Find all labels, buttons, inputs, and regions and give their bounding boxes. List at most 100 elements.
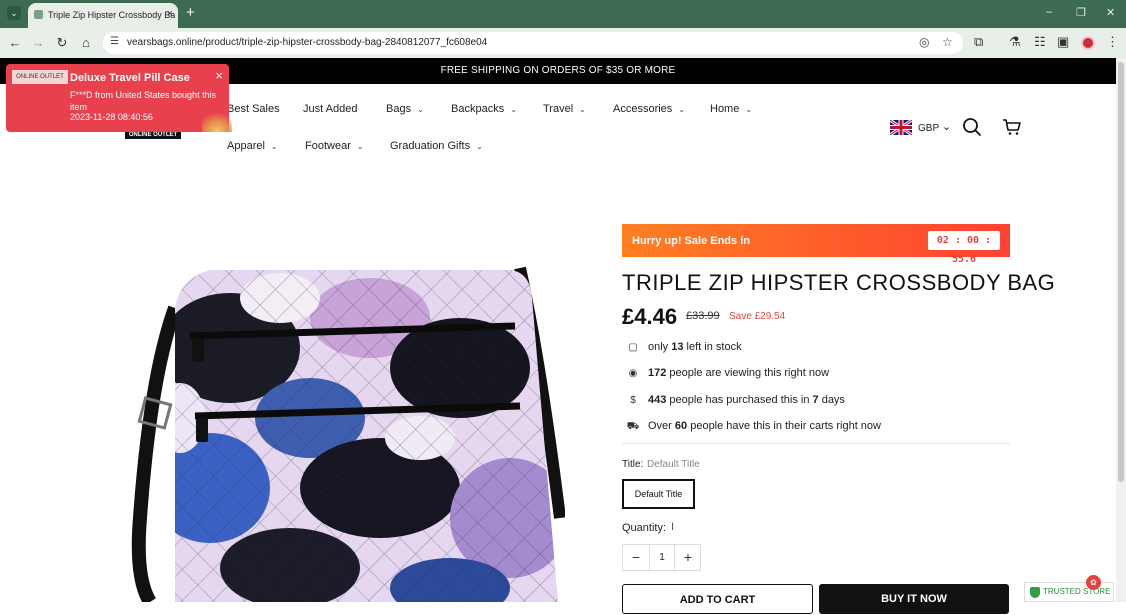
purchase-count: 443 — [648, 394, 667, 406]
close-window-button[interactable]: ✕ — [1106, 6, 1115, 19]
browser-tab-strip: ⌄ Triple Zip Hipster Crossbody Ba × + – … — [0, 0, 1126, 28]
viewers-info: ◉ 172 people are viewing this right now — [626, 367, 829, 379]
active-tab[interactable]: Triple Zip Hipster Crossbody Ba × — [28, 3, 178, 28]
nav-label: Just Added — [303, 103, 358, 115]
extensions-icon[interactable]: ⧉ — [974, 34, 983, 50]
close-icon[interactable]: × — [215, 68, 223, 83]
cart-small-icon: ⛟ — [626, 421, 640, 432]
add-to-cart-button[interactable]: ADD TO CART — [622, 584, 813, 614]
stock-text: left in stock — [683, 341, 742, 353]
profile-avatar[interactable] — [1081, 36, 1095, 50]
url-text[interactable]: vearsbags.online/product/triple-zip-hips… — [127, 37, 487, 48]
menu-dots-icon[interactable]: ⋮ — [1106, 34, 1119, 50]
carts-info: ⛟ Over 60 people have this in their carts… — [626, 420, 881, 434]
nav-footwear[interactable]: Footwear ⌄ — [305, 140, 364, 152]
product-title: TRIPLE ZIP HIPSTER CROSSBODY BAG — [622, 270, 1056, 295]
option-label: Title: — [622, 459, 644, 470]
currency-code: GBP — [918, 123, 940, 134]
tab-close-icon[interactable]: × — [167, 8, 173, 20]
popup-time: 2023-11-28 08:40:56 — [70, 112, 153, 122]
browser-toolbar: ← → ↻ ⌂ ☰ vearsbags.online/product/tripl… — [0, 28, 1126, 58]
carts-text: people have this in their carts right no… — [687, 420, 881, 432]
nav-apparel[interactable]: Apparel ⌄ — [227, 140, 278, 152]
nav-label: Travel — [543, 103, 574, 115]
carts-text: Over — [648, 420, 675, 432]
quantity-input[interactable]: 1 — [649, 545, 675, 570]
countdown-timer: 02 : 00 : 55.6 — [928, 231, 1000, 265]
popup-title[interactable]: Deluxe Travel Pill Case — [70, 72, 190, 84]
home-icon[interactable]: ⌂ — [78, 35, 94, 50]
maximize-button[interactable]: ❐ — [1076, 6, 1086, 19]
forward-arrow-icon[interactable]: → — [30, 35, 46, 50]
chevron-down-icon: ⌄ — [417, 105, 424, 114]
popup-product-image: ONLINE OUTLET — [12, 70, 68, 84]
nav-graduation-gifts[interactable]: Graduation Gifts ⌄ — [390, 140, 483, 152]
carts-count: 60 — [674, 420, 688, 432]
quantity-label: Quantity: — [622, 522, 667, 534]
eye-off-icon[interactable]: ◎ — [919, 35, 929, 49]
nav-label: Bags — [386, 103, 412, 115]
sale-countdown-banner: Hurry up! Sale Ends in 02 : 00 : 55.6 — [622, 224, 1010, 265]
sale-price: £4.46 — [622, 304, 678, 329]
nav-label: Accessories — [613, 103, 673, 115]
nav-label: Graduation Gifts — [390, 140, 471, 152]
compare-price: £33.99 — [686, 310, 720, 322]
nav-best-sales[interactable]: Best Sales — [227, 103, 280, 115]
nav-label: Home — [710, 103, 740, 115]
fireworks-icon — [202, 108, 232, 132]
savings-label: Save £29.54 — [729, 311, 786, 322]
scrollbar-thumb[interactable] — [1118, 62, 1124, 482]
reading-list-icon[interactable]: ☷ — [1034, 34, 1046, 50]
side-panel-icon[interactable]: ▣ — [1057, 34, 1069, 50]
chevron-down-icon: ⌄ — [510, 105, 517, 114]
shield-check-icon — [1030, 587, 1040, 598]
chevron-down-icon: ⌄ — [745, 105, 753, 114]
site-settings-icon[interactable]: ☰ — [110, 36, 119, 47]
nav-backpacks[interactable]: Backpacks ⌄ — [451, 103, 517, 115]
tab-favicon-icon — [34, 10, 43, 19]
quantity-stepper: − 1 + — [622, 544, 701, 571]
chevron-down-icon: ⌄ — [476, 142, 483, 151]
star-icon[interactable]: ☆ — [942, 35, 953, 49]
new-tab-button[interactable]: + — [186, 4, 195, 21]
nav-travel[interactable]: Travel ⌄ — [543, 103, 586, 115]
option-selected-value: Default Title — [647, 459, 700, 470]
eye-icon: ◉ — [628, 368, 638, 379]
dollar-icon: $ — [630, 395, 636, 406]
search-icon[interactable] — [962, 117, 984, 139]
divider — [622, 443, 1010, 444]
address-bar[interactable]: ☰ vearsbags.online/product/triple-zip-hi… — [103, 32, 963, 54]
nav-accessories[interactable]: Accessories ⌄ — [613, 103, 685, 115]
minimize-button[interactable]: – — [1046, 6, 1052, 18]
currency-selector[interactable]: GBP ⌄ — [890, 119, 960, 137]
recent-purchase-popup[interactable]: ONLINE OUTLET Deluxe Travel Pill Case F*… — [6, 64, 232, 132]
nav-just-added[interactable]: Just Added — [303, 103, 357, 115]
nav-home[interactable]: Home ⌄ — [710, 103, 752, 115]
nav-label: Footwear — [305, 140, 351, 152]
quantity-minus-button[interactable]: − — [623, 545, 649, 570]
chevron-down-icon: ⌄ — [678, 105, 685, 114]
tab-title: Triple Zip Hipster Crossbody Ba — [48, 10, 176, 20]
quantity-plus-button[interactable]: + — [675, 545, 701, 570]
nav-bags[interactable]: Bags ⌄ — [386, 103, 424, 115]
variant-button-default-title[interactable]: Default Title — [622, 479, 695, 509]
purchases-info: $443 people has purchased this in 7 days — [626, 394, 845, 406]
site-logo[interactable]: ONLINE OUTLET — [125, 131, 181, 139]
buy-now-button[interactable]: BUY IT NOW — [819, 584, 1009, 614]
chevron-down-icon: ⌄ — [942, 121, 952, 133]
reload-icon[interactable]: ↻ — [54, 35, 70, 51]
chevron-down-icon: ⌄ — [356, 142, 364, 151]
nav-label: Backpacks — [451, 103, 505, 115]
back-arrow-icon[interactable]: ← — [7, 35, 23, 50]
flask-icon[interactable]: ⚗ — [1009, 34, 1021, 50]
product-image[interactable] — [120, 258, 566, 606]
popup-body: F***D from United States bought this ite… — [70, 90, 217, 112]
cart-icon[interactable] — [1002, 117, 1024, 139]
gift-icon[interactable]: ✿ — [1086, 575, 1101, 590]
tab-search-icon[interactable]: ⌄ — [7, 6, 21, 20]
uk-flag-icon — [890, 120, 912, 135]
stock-count: 13 — [671, 341, 684, 353]
viewer-text: people are viewing this right now — [666, 367, 830, 379]
stock-info: ▢ only 13 left in stock — [626, 341, 742, 353]
nav-label: Apparel — [227, 140, 265, 152]
